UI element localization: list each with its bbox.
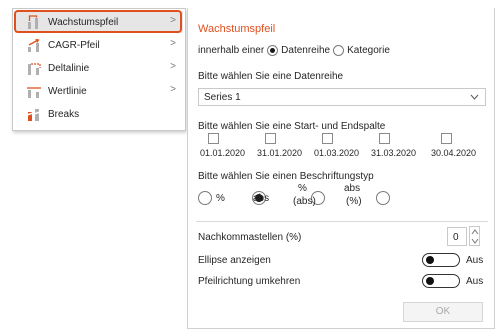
radio-datenreihe[interactable] [267, 45, 279, 56]
chevron-right-icon: > [170, 84, 176, 95]
decimals-value: 0 [453, 232, 459, 243]
menu-item-deltalinie[interactable]: Deltalinie > [15, 57, 183, 79]
radio-label-pct-text: % [216, 193, 225, 204]
chart-element-menu: Wachstumspfeil > CAGR-Pfeil > Deltalinie… [12, 8, 186, 131]
menu-item-label: CAGR-Pfeil [48, 39, 100, 51]
menu-item-wachstumspfeil[interactable]: Wachstumspfeil > [15, 11, 183, 33]
decimals-input[interactable]: 0 [447, 227, 467, 246]
decimals-stepper[interactable] [469, 226, 480, 246]
ellipse-toggle[interactable] [422, 253, 460, 267]
growth-arrow-icon [26, 14, 42, 30]
radio-label-pct-abs-text-1: % [298, 183, 307, 194]
column-checkbox[interactable] [265, 133, 276, 144]
column-date-label: 30.04.2020 [431, 148, 477, 158]
chevron-right-icon: > [170, 61, 176, 72]
radio-kategorie[interactable] [333, 45, 345, 56]
chevron-down-icon [470, 91, 479, 106]
radio-label-abs-pct-text-1: abs [344, 183, 361, 194]
column-date-label: 31.01.2020 [257, 148, 303, 158]
reverse-toggle[interactable] [422, 274, 460, 288]
radio-label-abs-text: abs [253, 193, 270, 204]
chevron-up-icon[interactable] [471, 228, 479, 236]
radio-label-pct-abs-text-2: (abs) [293, 196, 316, 207]
columns-section-label: Bitte wählen Sie eine Start- und Endspal… [198, 121, 386, 132]
radio-kategorie-label: Kategorie [347, 45, 390, 56]
chevron-right-icon: > [170, 15, 176, 26]
scope-label: innerhalb einer [198, 45, 265, 56]
radio-label-abs-pct-text-2: (%) [346, 196, 362, 207]
column-checkbox[interactable] [441, 133, 452, 144]
column-date-label: 31.03.2020 [371, 148, 417, 158]
menu-item-label: Wachstumspfeil [48, 16, 119, 28]
panel-title: Wachstumspfeil [198, 23, 276, 35]
value-line-icon [26, 83, 42, 99]
radio-label-abs-pct[interactable] [376, 191, 391, 205]
decimals-label: Nachkommastellen (%) [198, 232, 302, 243]
breaks-icon [26, 106, 42, 122]
menu-item-wertlinie[interactable]: Wertlinie > [15, 80, 183, 102]
column-checkbox[interactable] [379, 133, 390, 144]
column-date-label: 01.01.2020 [200, 148, 246, 158]
series-select[interactable]: Series 1 [198, 88, 486, 106]
section-divider [196, 221, 488, 222]
column-checkbox[interactable] [208, 133, 219, 144]
series-select-value: Series 1 [204, 92, 241, 103]
chevron-right-icon: > [170, 38, 176, 49]
menu-item-cagr-pfeil[interactable]: CAGR-Pfeil > [15, 34, 183, 56]
column-checkbox[interactable] [322, 133, 333, 144]
series-section-label: Bitte wählen Sie eine Datenreihe [198, 71, 344, 82]
chevron-down-icon[interactable] [471, 237, 479, 245]
cagr-arrow-icon [26, 37, 42, 53]
reverse-label: Pfeilrichtung umkehren [198, 276, 301, 287]
menu-item-label: Breaks [48, 108, 80, 120]
menu-item-label: Deltalinie [48, 62, 90, 74]
label-type-section-label: Bitte wählen Sie einen Beschriftungstyp [198, 171, 374, 182]
ellipse-label: Ellipse anzeigen [198, 255, 271, 266]
scope-row: innerhalb einer Datenreihe Kategorie [198, 45, 390, 56]
column-date-label: 01.03.2020 [314, 148, 360, 158]
ellipse-toggle-state: Aus [466, 255, 484, 266]
menu-item-breaks[interactable]: Breaks [15, 103, 183, 125]
radio-label-pct[interactable] [198, 191, 212, 205]
radio-datenreihe-label: Datenreihe [281, 45, 331, 56]
ok-button[interactable]: OK [403, 302, 483, 322]
growth-arrow-settings-panel: Wachstumspfeil innerhalb einer Datenreih… [187, 8, 495, 329]
delta-line-icon [26, 60, 42, 76]
reverse-toggle-state: Aus [466, 276, 484, 287]
menu-item-label: Wertlinie [48, 85, 87, 97]
